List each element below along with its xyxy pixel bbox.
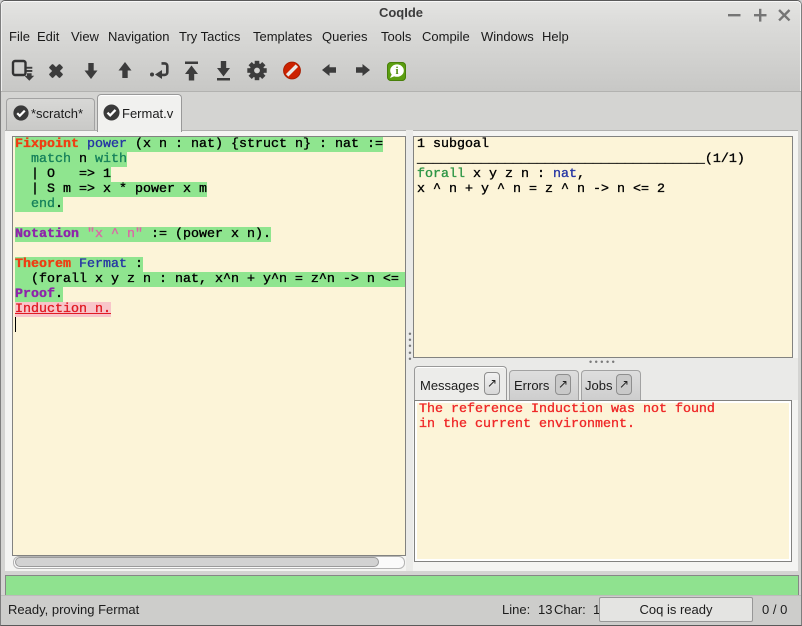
svg-text:i: i bbox=[395, 65, 398, 77]
